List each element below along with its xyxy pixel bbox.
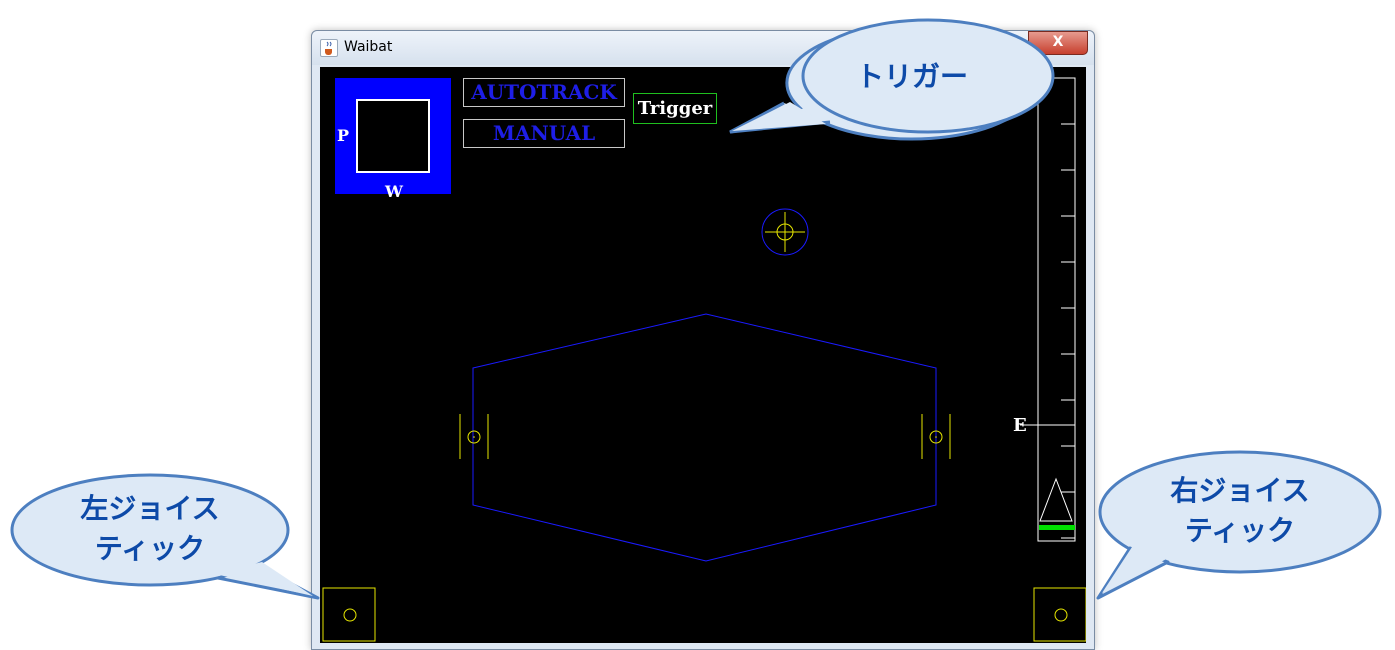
elevation-gauge: [1020, 77, 1076, 542]
gauge-ticks: [1061, 123, 1075, 539]
window-title: Waibat: [344, 39, 393, 55]
right-callout-line1: 右ジョイス: [1170, 474, 1309, 507]
canvas-graphics: [322, 77, 1086, 642]
app-window: Waibat X P W AUTOTRACK MANUAL Trigger E: [311, 30, 1095, 650]
title-bar[interactable]: Waibat X: [312, 31, 1094, 65]
crosshair-target-icon: [761, 208, 809, 256]
right-joystick[interactable]: [1033, 587, 1086, 642]
java-cup-icon: [320, 39, 338, 57]
control-canvas[interactable]: P W AUTOTRACK MANUAL Trigger E: [320, 67, 1086, 643]
left-wheel-marker: [459, 414, 489, 459]
gauge-e-label: E: [1013, 415, 1027, 436]
left-joystick[interactable]: [322, 587, 376, 642]
gauge-level-bar: [1039, 525, 1075, 530]
close-button[interactable]: X: [1028, 31, 1088, 55]
gauge-pointer-icon: [1039, 477, 1073, 522]
right-joystick-callout: 右ジョイス ティック: [1096, 450, 1382, 600]
hexagon-field: [472, 313, 937, 562]
left-joystick-callout: 左ジョイス ティック: [10, 473, 320, 600]
left-callout-line1: 左ジョイス: [80, 492, 219, 525]
right-callout-line2: ティック: [1185, 514, 1295, 547]
left-callout-line2: ティック: [95, 532, 205, 565]
